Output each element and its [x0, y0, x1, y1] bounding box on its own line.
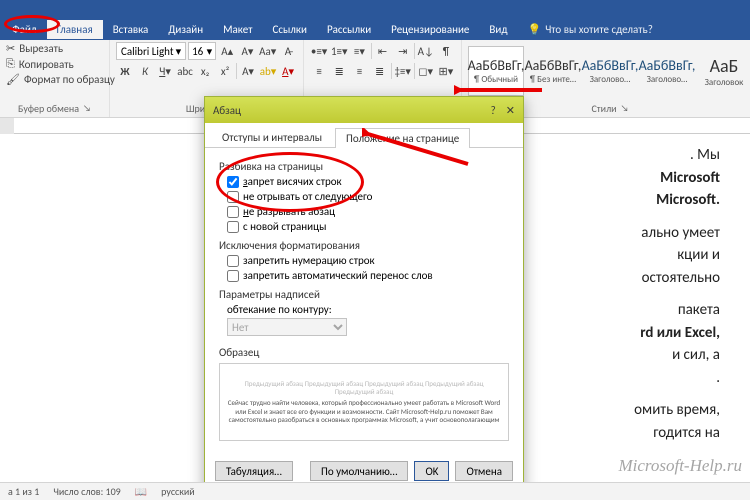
no-hyphen-label: запретить автоматический перенос слов [243, 269, 433, 282]
change-case-button[interactable]: Aa▾ [259, 42, 277, 60]
pagination-group-title: Разбивка на страницы [219, 160, 509, 173]
style-title[interactable]: АаБЗаголовок [696, 46, 750, 96]
shading-button[interactable]: ◻▾ [417, 62, 435, 80]
paragraph-dialog: Абзац ? ✕ Отступы и интервалы Положение … [204, 96, 524, 492]
close-icon[interactable]: ✕ [506, 104, 515, 117]
chevron-down-icon: ▾ [176, 45, 182, 58]
decrease-indent-button[interactable]: ⇤ [373, 42, 391, 60]
group-clipboard: ✂Вырезать ⎘Копировать 🖌Формат по образцу… [0, 40, 110, 117]
increase-indent-button[interactable]: ⇥ [394, 42, 412, 60]
strike-button[interactable]: abc [176, 62, 194, 80]
style-gallery[interactable]: АаБбВвГг,¶ Обычный АаБбВвГг,¶ Без инте… … [468, 46, 750, 96]
align-right-button[interactable]: ≡ [350, 62, 368, 80]
bullets-button[interactable]: •≡▾ [310, 42, 328, 60]
status-language[interactable]: русский [161, 485, 195, 498]
dialog-title-text: Абзац [213, 104, 241, 117]
status-words[interactable]: Число слов: 109 [53, 485, 120, 498]
style-heading1[interactable]: АаБбВвГг,Заголово… [582, 46, 638, 96]
tab-file[interactable]: Файл [2, 20, 47, 39]
format-painter-button[interactable]: 🖌Формат по образцу [6, 73, 103, 86]
widow-orphan-checkbox[interactable] [227, 176, 239, 188]
cut-button[interactable]: ✂Вырезать [6, 42, 103, 55]
page-break-label: с новой страницы [243, 220, 326, 233]
keep-with-next-checkbox[interactable] [227, 191, 239, 203]
dialog-launcher-icon[interactable]: ↘ [83, 103, 91, 114]
dialog-launcher-icon[interactable]: ↘ [621, 103, 629, 114]
numbering-button[interactable]: 1≡▾ [330, 42, 348, 60]
show-marks-button[interactable]: ¶ [437, 42, 455, 60]
style-heading2[interactable]: АаБбВвГг,Заголово… [639, 46, 695, 96]
widow-orphan-label: запрет висячих строк [243, 175, 342, 188]
tab-home[interactable]: Главная [47, 20, 103, 39]
status-spellcheck-icon[interactable]: 📖 [135, 485, 147, 498]
status-bar: а 1 из 1 Число слов: 109 📖 русский [0, 482, 750, 500]
sort-button[interactable]: A↓ [417, 42, 435, 60]
status-page[interactable]: а 1 из 1 [8, 485, 39, 498]
italic-button[interactable]: К [136, 62, 154, 80]
format-exc-title: Исключения форматирования [219, 239, 509, 252]
underline-button[interactable]: Ч▾ [156, 62, 174, 80]
tab-view[interactable]: Вид [479, 20, 517, 39]
ok-button[interactable]: OK [414, 461, 449, 481]
dialog-titlebar[interactable]: Абзац ? ✕ [205, 97, 523, 123]
default-button[interactable]: По умолчанию… [310, 461, 408, 481]
keep-with-next-label: не отрывать от следующего [243, 190, 372, 203]
keep-together-checkbox[interactable] [227, 206, 239, 218]
scissors-icon: ✂ [6, 42, 15, 55]
tab-review[interactable]: Рецензирование [381, 20, 479, 39]
style-normal[interactable]: АаБбВвГг,¶ Обычный [468, 46, 524, 96]
preview-title: Образец [219, 346, 509, 359]
ribbon-tabs: Файл Главная Вставка Дизайн Макет Ссылки… [0, 18, 750, 40]
borders-button[interactable]: ⊞▾ [437, 62, 455, 80]
clear-format-button[interactable]: A̶ [279, 42, 297, 60]
bold-button[interactable]: Ж [116, 62, 134, 80]
group-label: Стили [591, 102, 616, 115]
tab-page-position[interactable]: Положение на странице [335, 128, 470, 148]
suppress-lines-label: запретить нумерацию строк [243, 254, 375, 267]
subscript-button[interactable]: x₂ [196, 62, 214, 80]
wrap-select: Нет [227, 318, 347, 336]
style-no-spacing[interactable]: АаБбВвГг,¶ Без инте… [525, 46, 581, 96]
page-break-checkbox[interactable] [227, 221, 239, 233]
no-hyphen-checkbox[interactable] [227, 270, 239, 282]
highlight-button[interactable]: ab▾ [259, 62, 277, 80]
align-center-button[interactable]: ≣ [330, 62, 348, 80]
text-effects-button[interactable]: A▾ [239, 62, 257, 80]
cancel-button[interactable]: Отмена [455, 461, 513, 481]
keep-together-label: не разрывать абзац [243, 205, 335, 218]
justify-button[interactable]: ≣ [371, 62, 389, 80]
font-color-button[interactable]: A▾ [279, 62, 297, 80]
tab-mailings[interactable]: Рассылки [317, 20, 381, 39]
font-size-combo[interactable]: 16▾ [188, 42, 216, 60]
tab-insert[interactable]: Вставка [103, 20, 159, 39]
tell-me-label: Что вы хотите сделать? [545, 23, 653, 36]
grow-font-button[interactable]: A▴ [218, 42, 236, 60]
preview-box: Предыдущий абзац Предыдущий абзац Предыд… [219, 363, 509, 441]
tab-references[interactable]: Ссылки [262, 20, 317, 39]
watermark: Microsoft-Help.ru [618, 456, 742, 476]
shrink-font-button[interactable]: A▾ [238, 42, 256, 60]
multilevel-button[interactable]: ≡▾ [350, 42, 368, 60]
copy-icon: ⎘ [6, 57, 15, 71]
wrap-label: обтекание по контуру: [227, 303, 509, 316]
group-label: Буфер обмена [18, 102, 79, 115]
tab-indents[interactable]: Отступы и интервалы [211, 127, 333, 147]
help-icon[interactable]: ? [491, 104, 496, 117]
title-bar [0, 0, 750, 18]
tab-layout[interactable]: Макет [213, 20, 262, 39]
tab-design[interactable]: Дизайн [158, 20, 213, 39]
line-spacing-button[interactable]: ‡≡▾ [394, 62, 412, 80]
chevron-down-icon: ▾ [207, 45, 213, 58]
superscript-button[interactable]: x² [216, 62, 234, 80]
suppress-lines-checkbox[interactable] [227, 255, 239, 267]
brush-icon: 🖌 [6, 73, 20, 86]
textbox-opts-title: Параметры надписей [219, 288, 509, 301]
tabs-button[interactable]: Табуляция… [215, 461, 293, 481]
align-left-button[interactable]: ≡ [310, 62, 328, 80]
tell-me[interactable]: 💡 Что вы хотите сделать? [527, 23, 652, 36]
copy-button[interactable]: ⎘Копировать [6, 57, 103, 71]
font-name-combo[interactable]: Calibri Light▾ [116, 42, 186, 60]
dialog-tabs: Отступы и интервалы Положение на страниц… [205, 123, 523, 148]
lightbulb-icon: 💡 [527, 23, 541, 36]
